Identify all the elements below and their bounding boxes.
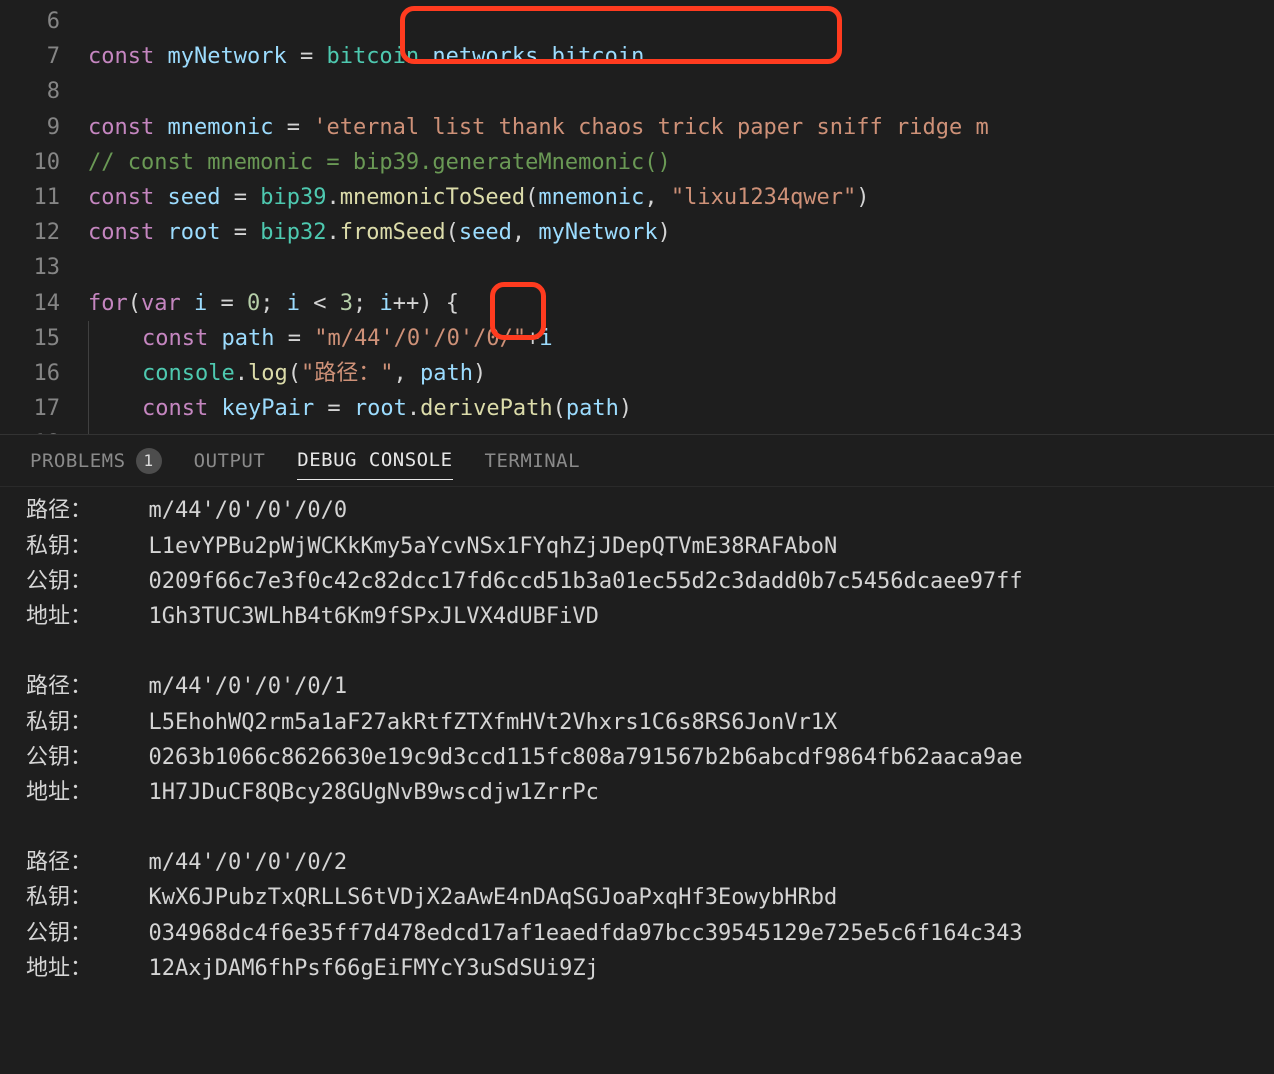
line-number: 8: [0, 74, 88, 109]
console-value: 0263b1066c8626630e19c9d3ccd115fc808a7915…: [122, 740, 1248, 775]
console-label: 公钥：: [26, 564, 122, 599]
code-content[interactable]: // const mnemonic = bip39.generateMnemon…: [88, 145, 1274, 180]
line-number: 7: [0, 39, 88, 74]
tab-problems-label: PROBLEMS: [30, 446, 126, 476]
tab-terminal[interactable]: TERMINAL: [485, 446, 581, 480]
console-value: m/44'/0'/0'/0/0: [122, 493, 1248, 528]
console-value: 1H7JDuCF8QBcy28GUgNvB9wscdjw1ZrrPc: [122, 775, 1248, 810]
console-value: KwX6JPubzTxQRLLS6tVDjX2aAwE4nDAqSGJoaPxq…: [122, 880, 1248, 915]
console-line: 私钥： L1evYPBu2pWjWCKkKmy5aYcvNSx1FYqhZjJD…: [26, 529, 1248, 564]
console-label: 路径：: [26, 669, 122, 704]
line-number: 14: [0, 286, 88, 321]
line-number: 18: [0, 426, 88, 434]
console-label: 地址：: [26, 599, 122, 634]
console-line: 公钥： 034968dc4f6e35ff7d478edcd17af1eaedfd…: [26, 916, 1248, 951]
debug-console-output[interactable]: 路径： m/44'/0'/0'/0/0私钥： L1evYPBu2pWjWCKkK…: [0, 487, 1274, 1074]
console-value: 12AxjDAM6fhPsf66gEiFMYcY3uSdSUi9Zj: [122, 951, 1248, 986]
console-line: 公钥： 0263b1066c8626630e19c9d3ccd115fc808a…: [26, 740, 1248, 775]
console-line: 地址： 12AxjDAM6fhPsf66gEiFMYcY3uSdSUi9Zj: [26, 951, 1248, 986]
code-content[interactable]: const myNetwork = bitcoin.networks.bitco…: [88, 39, 1274, 74]
console-value: 034968dc4f6e35ff7d478edcd17af1eaedfda97b…: [122, 916, 1248, 951]
code-line[interactable]: 14for(var i = 0; i < 3; i++) {: [0, 286, 1274, 321]
line-number: 11: [0, 180, 88, 215]
tab-debug-console-label: DEBUG CONSOLE: [297, 445, 452, 475]
console-blank-line: [26, 810, 1248, 845]
console-line: 地址： 1H7JDuCF8QBcy28GUgNvB9wscdjw1ZrrPc: [26, 775, 1248, 810]
console-label: 私钥：: [26, 529, 122, 564]
code-line[interactable]: 7const myNetwork = bitcoin.networks.bitc…: [0, 39, 1274, 74]
console-line: 私钥： KwX6JPubzTxQRLLS6tVDjX2aAwE4nDAqSGJo…: [26, 880, 1248, 915]
code-line[interactable]: 10// const mnemonic = bip39.generateMnem…: [0, 145, 1274, 180]
panel-tab-bar: PROBLEMS 1 OUTPUT DEBUG CONSOLE TERMINAL: [0, 435, 1274, 487]
code-content[interactable]: const seed = bip39.mnemonicToSeed(mnemon…: [88, 180, 1274, 215]
console-label: 公钥：: [26, 740, 122, 775]
code-content[interactable]: const mnemonic = 'eternal list thank cha…: [88, 110, 1274, 145]
console-label: 公钥：: [26, 916, 122, 951]
code-content[interactable]: const root = bip32.fromSeed(seed, myNetw…: [88, 215, 1274, 250]
tab-terminal-label: TERMINAL: [485, 446, 581, 476]
line-number: 10: [0, 145, 88, 180]
bottom-panel: PROBLEMS 1 OUTPUT DEBUG CONSOLE TERMINAL…: [0, 434, 1274, 1074]
code-line[interactable]: 11const seed = bip39.mnemonicToSeed(mnem…: [0, 180, 1274, 215]
console-label: 地址：: [26, 775, 122, 810]
code-line[interactable]: 16 console.log("路径：", path): [0, 356, 1274, 391]
line-number: 15: [0, 321, 88, 356]
console-line: 路径： m/44'/0'/0'/0/0: [26, 493, 1248, 528]
code-content[interactable]: for(var i = 0; i < 3; i++) {: [88, 286, 1274, 321]
console-line: 地址： 1Gh3TUC3WLhB4t6Km9fSPxJLVX4dUBFiVD: [26, 599, 1248, 634]
console-line: 路径： m/44'/0'/0'/0/2: [26, 845, 1248, 880]
line-number: 9: [0, 110, 88, 145]
line-number: 16: [0, 356, 88, 391]
code-editor[interactable]: 67const myNetwork = bitcoin.networks.bit…: [0, 0, 1274, 434]
code-line[interactable]: 17 const keyPair = root.derivePath(path): [0, 391, 1274, 426]
console-label: 私钥：: [26, 705, 122, 740]
problems-badge: 1: [136, 448, 162, 474]
console-label: 私钥：: [26, 880, 122, 915]
tab-debug-console[interactable]: DEBUG CONSOLE: [297, 445, 452, 480]
line-number: 6: [0, 4, 88, 39]
tab-output-label: OUTPUT: [194, 446, 266, 476]
console-label: 路径：: [26, 493, 122, 528]
code-line[interactable]: 18: [0, 426, 1274, 434]
console-line: 公钥： 0209f66c7e3f0c42c82dcc17fd6ccd51b3a0…: [26, 564, 1248, 599]
console-value: m/44'/0'/0'/0/2: [122, 845, 1248, 880]
console-value: 1Gh3TUC3WLhB4t6Km9fSPxJLVX4dUBFiVD: [122, 599, 1248, 634]
code-line[interactable]: 13: [0, 250, 1274, 285]
console-value: 0209f66c7e3f0c42c82dcc17fd6ccd51b3a01ec5…: [122, 564, 1248, 599]
console-value: m/44'/0'/0'/0/1: [122, 669, 1248, 704]
code-content[interactable]: const keyPair = root.derivePath(path): [88, 391, 1274, 426]
tab-output[interactable]: OUTPUT: [194, 446, 266, 480]
tab-problems[interactable]: PROBLEMS 1: [30, 446, 162, 480]
code-line[interactable]: 15 const path = "m/44'/0'/0'/0/"+i: [0, 321, 1274, 356]
console-line: 私钥： L5EhohWQ2rm5a1aF27akRtfZTXfmHVt2Vhxr…: [26, 705, 1248, 740]
code-content[interactable]: const path = "m/44'/0'/0'/0/"+i: [88, 321, 1274, 356]
console-value: L1evYPBu2pWjWCKkKmy5aYcvNSx1FYqhZjJDepQT…: [122, 529, 1248, 564]
code-content[interactable]: [88, 426, 1274, 434]
code-line[interactable]: 9const mnemonic = 'eternal list thank ch…: [0, 110, 1274, 145]
code-line[interactable]: 12const root = bip32.fromSeed(seed, myNe…: [0, 215, 1274, 250]
code-content[interactable]: console.log("路径：", path): [88, 356, 1274, 391]
console-blank-line: [26, 634, 1248, 669]
console-label: 路径：: [26, 845, 122, 880]
console-line: 路径： m/44'/0'/0'/0/1: [26, 669, 1248, 704]
line-number: 17: [0, 391, 88, 426]
console-value: L5EhohWQ2rm5a1aF27akRtfZTXfmHVt2Vhxrs1C6…: [122, 705, 1248, 740]
line-number: 13: [0, 250, 88, 285]
code-line[interactable]: 6: [0, 4, 1274, 39]
console-label: 地址：: [26, 951, 122, 986]
code-line[interactable]: 8: [0, 74, 1274, 109]
line-number: 12: [0, 215, 88, 250]
